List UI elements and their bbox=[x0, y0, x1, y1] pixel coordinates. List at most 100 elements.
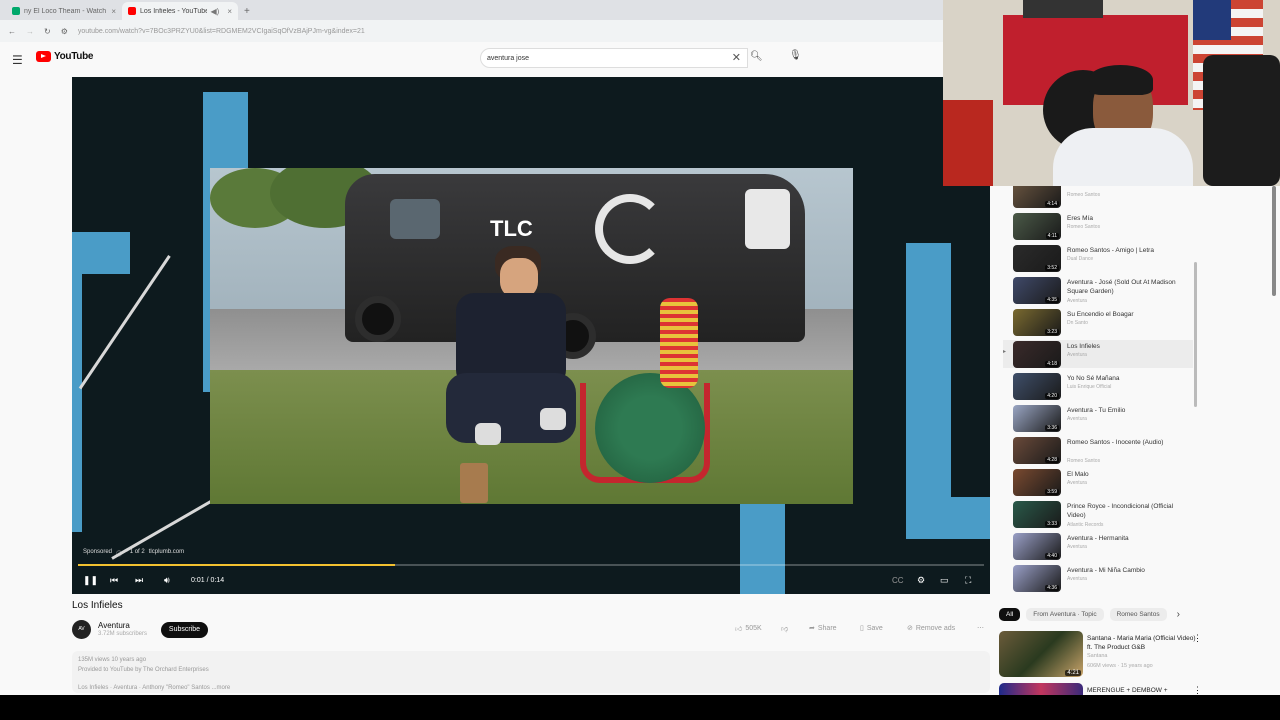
site-info-icon[interactable]: ⚙ bbox=[61, 27, 68, 36]
playlist-item-title: Romeo Santos - Amigo | Letra bbox=[1067, 247, 1154, 254]
playlist-item[interactable]: 4:11 Eres Mía Romeo Santos bbox=[1009, 212, 1189, 240]
playlist-item-channel: Aventura bbox=[1067, 480, 1087, 486]
dislike-button[interactable]: 👎︎ bbox=[781, 624, 788, 633]
playlist-item-title: Aventura - Hermanita bbox=[1067, 535, 1129, 542]
channel-row: AV Aventura 3.72M subscribers Subscribe … bbox=[72, 619, 990, 641]
playlist-thumbnail: 3:36 bbox=[1013, 405, 1061, 432]
decor-bar bbox=[906, 497, 990, 539]
description-box[interactable]: 135M views 10 years ago Provided to YouT… bbox=[72, 651, 990, 693]
microphone-icon[interactable]: 🎙︎ bbox=[789, 50, 802, 61]
playlist-thumbnail: 4:35 bbox=[1013, 277, 1061, 304]
video-info: Los Infieles AV Aventura 3.72M subscribe… bbox=[72, 600, 990, 693]
back-icon[interactable]: ← bbox=[8, 27, 16, 36]
browser-tab-youtube[interactable]: Los Infieles - YouTube ◀) × bbox=[122, 2, 238, 20]
playlist-item[interactable]: 3:36 Aventura - Tu Emilio Aventura bbox=[1009, 404, 1189, 432]
chip-from-aventura[interactable]: From Aventura · Topic bbox=[1026, 607, 1104, 621]
pause-icon[interactable]: ❚❚ bbox=[83, 575, 98, 586]
recommendation-item[interactable]: 4:21 Santana - Maria Maria (Official Vid… bbox=[999, 631, 1202, 679]
address-bar-row: ← → ↻ ⚙ youtube.com/watch?v=7BOc3PRZYU0&… bbox=[0, 20, 943, 42]
like-button[interactable]: 👍︎ 505K bbox=[735, 624, 762, 633]
youtube-logo[interactable]: YouTube bbox=[36, 51, 94, 62]
audio-icon[interactable]: ◀) bbox=[211, 7, 220, 16]
browser-tab-bar: ny El Loco Theam - Watch Li × Los Infiel… bbox=[0, 0, 943, 20]
recommendation-item[interactable]: MERENGUE + DEMBOW + ⋮ bbox=[999, 683, 1199, 695]
video-player[interactable]: TLC Sponsored ⓘ · 1 of 2 tlcplumb.com ❚❚… bbox=[72, 77, 990, 594]
duration-badge: 4:20 bbox=[1045, 393, 1059, 399]
more-options-icon[interactable]: ⋮ bbox=[1193, 633, 1202, 644]
subscriber-count: 3.72M subscribers bbox=[98, 631, 148, 637]
playlist-item[interactable]: 3:59 El Malo Aventura bbox=[1009, 468, 1189, 496]
playlist-item[interactable]: 4:40 Aventura - Hermanita Aventura bbox=[1009, 532, 1189, 560]
progress-bar[interactable] bbox=[78, 564, 984, 566]
playlist-item-title: Eres Mía bbox=[1067, 215, 1094, 222]
description-line: Los Infieles · Aventura · Anthony "Romeo… bbox=[78, 685, 231, 691]
time-display: 0:01 / 0:14 bbox=[191, 576, 225, 584]
duration-badge: 3:23 bbox=[1045, 329, 1059, 335]
new-tab-icon[interactable]: + bbox=[244, 6, 250, 17]
playlist-item[interactable]: 3:23 Su Encendio el Boagar Dn Santo bbox=[1009, 308, 1189, 336]
search-query: aventura jose bbox=[487, 54, 530, 62]
settings-gear-icon[interactable]: ⚙ bbox=[917, 575, 925, 586]
theater-mode-icon[interactable]: ▭ bbox=[940, 575, 949, 586]
previous-icon[interactable]: ⏮︎ bbox=[110, 575, 118, 586]
playlist-item-channel: Aventura bbox=[1067, 544, 1087, 550]
playlist-item-channel: Luis Enrique Official bbox=[1067, 384, 1112, 390]
playlist-item[interactable]: ▸ 4:18 Los Infieles Aventura bbox=[1003, 340, 1193, 368]
playlist-item[interactable]: 4:14 Romeo Santos bbox=[1009, 186, 1189, 208]
playlist-item-channel: Romeo Santos bbox=[1067, 192, 1101, 198]
channel-avatar[interactable]: AV bbox=[72, 620, 91, 639]
playlist-item[interactable]: 3:33 Prince Royce - Incondicional (Offici… bbox=[1009, 500, 1189, 528]
forward-icon[interactable]: → bbox=[26, 27, 34, 36]
youtube-favicon-icon bbox=[128, 7, 136, 15]
browser-tab-twitch[interactable]: ny El Loco Theam - Watch Li × bbox=[6, 2, 122, 20]
fullscreen-icon[interactable]: ⛶ bbox=[965, 575, 971, 586]
reload-icon[interactable]: ↻ bbox=[44, 27, 51, 36]
captions-icon[interactable]: CC bbox=[892, 576, 904, 585]
playlist-item-channel: Aventura bbox=[1067, 352, 1087, 358]
more-options-icon[interactable]: ⋮ bbox=[1193, 685, 1199, 695]
ad-label: Sponsored bbox=[83, 549, 113, 555]
clear-search-icon[interactable]: ✕ bbox=[732, 51, 741, 64]
provided-by: Provided to YouTube by The Orchard Enter… bbox=[78, 667, 209, 673]
ad-site-link[interactable]: tlcplumb.com bbox=[149, 549, 184, 558]
youtube-play-icon bbox=[36, 51, 51, 62]
chip-all[interactable]: All bbox=[999, 607, 1021, 621]
thumbs-up-icon: 👍︎ bbox=[735, 626, 743, 633]
next-icon[interactable]: ⏭︎ bbox=[135, 575, 143, 586]
close-tab-icon[interactable]: × bbox=[111, 7, 116, 16]
hamburger-menu-icon[interactable]: ☰ bbox=[12, 53, 23, 67]
playlist-item-title: Prince Royce - Incondicional (Official V… bbox=[1067, 503, 1174, 519]
recommendation-chips: All From Aventura · Topic Romeo Santos › bbox=[999, 606, 1180, 622]
search-icon[interactable]: 🔍︎ bbox=[750, 51, 763, 62]
search-input[interactable]: aventura jose ✕ bbox=[480, 48, 748, 68]
webcam-overlay bbox=[943, 0, 1280, 186]
playlist-scrollbar[interactable] bbox=[1194, 262, 1197, 407]
share-button[interactable]: ➦ Share bbox=[809, 624, 837, 633]
info-icon[interactable]: ⓘ bbox=[116, 549, 122, 558]
url-field[interactable]: youtube.com/watch?v=7BOc3PRZYU0&list=RDG… bbox=[78, 28, 365, 35]
playlist-item[interactable]: 3:52 Romeo Santos - Amigo | Letra Dual Dan… bbox=[1009, 244, 1189, 272]
channel-name[interactable]: Aventura bbox=[98, 621, 130, 630]
decor-bar bbox=[72, 232, 82, 532]
duration-badge: 3:59 bbox=[1045, 489, 1059, 495]
youtube-logo-text: YouTube bbox=[54, 51, 94, 62]
playlist-item[interactable]: 4:36 Aventura - Mi Niña Cambio Aventura bbox=[1009, 564, 1189, 592]
playlist-thumbnail: 3:33 bbox=[1013, 501, 1061, 528]
playlist-item[interactable]: 4:20 Yo No Sé Mañana Luis Enrique Official bbox=[1009, 372, 1189, 400]
close-tab-icon[interactable]: × bbox=[227, 7, 232, 16]
save-button[interactable]: ▯ Save bbox=[860, 624, 883, 633]
subscribe-button[interactable]: Subscribe bbox=[161, 622, 208, 638]
ad-video-frame: TLC bbox=[210, 168, 853, 504]
more-actions-icon[interactable]: ⋯ bbox=[977, 624, 984, 632]
chip-romeo-santos[interactable]: Romeo Santos bbox=[1109, 607, 1167, 621]
volume-icon[interactable]: 🔊︎ bbox=[164, 575, 170, 586]
duration-badge: 4:35 bbox=[1045, 297, 1059, 303]
playlist-item[interactable]: 4:28 Romeo Santos - Inocente (Audio) Romeo… bbox=[1009, 436, 1189, 464]
thumbs-down-icon: 👎︎ bbox=[781, 626, 789, 633]
duration-badge: 3:52 bbox=[1045, 265, 1059, 271]
youtube-header: ☰ YouTube aventura jose ✕ 🔍︎ 🎙︎ bbox=[0, 42, 990, 74]
chevron-right-icon[interactable]: › bbox=[1177, 609, 1180, 620]
remove-ads-button[interactable]: ⊘ Remove ads bbox=[907, 624, 955, 633]
playlist-item[interactable]: 4:35 Aventura - José (Sold Out At Madison… bbox=[1009, 276, 1189, 304]
page-scrollbar[interactable] bbox=[1272, 186, 1276, 296]
